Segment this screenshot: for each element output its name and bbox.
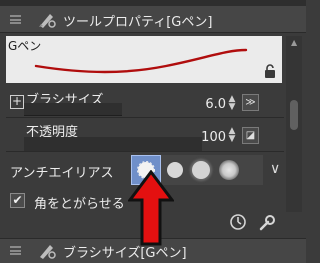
stroke-sample — [34, 48, 248, 74]
plus-icon[interactable]: + — [10, 95, 24, 109]
brush-size-slider[interactable] — [24, 103, 122, 116]
red-arrow-annotation — [128, 170, 174, 246]
chevron-down-icon[interactable]: ∨ — [270, 161, 280, 177]
antialias-label: アンチエイリアス — [10, 166, 114, 181]
pen-tool-icon — [40, 245, 56, 259]
grip-icon[interactable] — [10, 246, 21, 255]
timer-icon[interactable] — [229, 213, 247, 231]
opacity-value[interactable]: 100 — [190, 130, 226, 145]
wrench-icon[interactable] — [258, 214, 276, 232]
divider — [6, 117, 284, 118]
scroll-up-icon[interactable]: ▲ — [291, 38, 297, 47]
grip-icon[interactable] — [10, 15, 21, 24]
tool-property-header[interactable]: ツールプロパティ[Gペン] — [0, 6, 306, 33]
opacity-slider[interactable] — [24, 137, 202, 152]
divider — [6, 151, 284, 152]
antialias-medium-option[interactable] — [192, 161, 210, 179]
brush-size-link-icon[interactable]: ≫ — [242, 94, 259, 111]
sharpen-corners-checkbox[interactable]: ✔ — [10, 193, 25, 208]
scroll-thumb[interactable] — [290, 100, 298, 130]
panel-title: ツールプロパティ[Gペン] — [63, 15, 213, 30]
pen-tool-icon — [39, 14, 56, 28]
sharpen-corners-label: 角をとがらせる — [34, 197, 125, 212]
opacity-spinner[interactable]: ▲ ▼ — [227, 127, 237, 144]
lock-icon[interactable] — [264, 64, 276, 78]
brush-stroke-preview[interactable]: Gペン — [6, 36, 282, 83]
antialias-strong-option[interactable] — [219, 160, 239, 180]
opacity-link-icon[interactable]: ◪ — [242, 127, 259, 144]
brush-size-spinner[interactable]: ▲ ▼ — [227, 95, 237, 112]
brush-size-value[interactable]: 6.0 — [192, 97, 226, 112]
